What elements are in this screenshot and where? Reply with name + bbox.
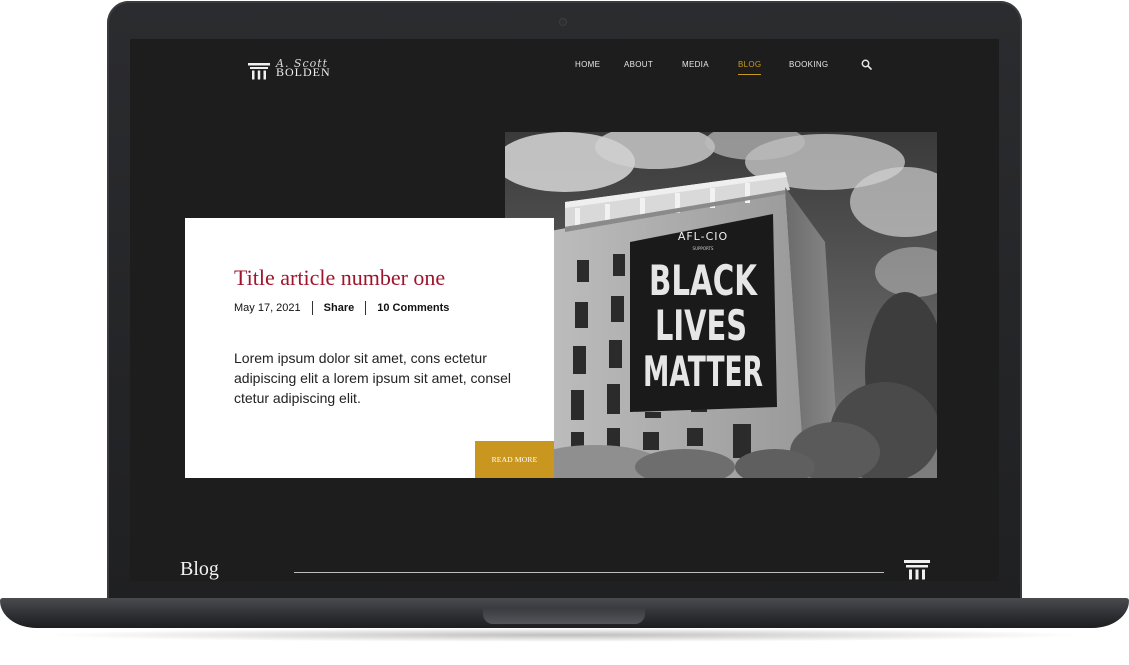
- nav-item-home[interactable]: HOME: [575, 60, 600, 69]
- nav-active-underline: [738, 74, 762, 75]
- featured-article-card: Title article number one May 17, 2021 Sh…: [185, 218, 554, 478]
- featured-article-image[interactable]: AFL-CIO SUPPORTS BLACK LIVES MATTER: [505, 132, 937, 478]
- website-screen: A. Scott BOLDEN HOME ABOUT MEDIA BLOG BO…: [130, 39, 999, 581]
- blog-section-divider: [294, 572, 884, 573]
- search-icon[interactable]: [861, 59, 872, 70]
- banner-line-2: LIVES: [655, 301, 747, 350]
- building-banner-photo: AFL-CIO SUPPORTS BLACK LIVES MATTER: [505, 132, 937, 478]
- meta-divider: [365, 301, 367, 315]
- laptop-camera: [560, 19, 566, 25]
- article-meta: May 17, 2021 Share 10 Comments: [234, 301, 449, 315]
- blog-section-heading: Blog: [180, 558, 219, 580]
- nav-item-about[interactable]: ABOUT: [624, 60, 653, 69]
- share-link[interactable]: Share: [324, 302, 355, 314]
- logo-script-text: A. Scott: [276, 57, 329, 70]
- laptop-base-notch: [483, 608, 645, 624]
- nav-item-media[interactable]: MEDIA: [682, 60, 709, 69]
- nav-item-blog-label: BLOG: [738, 60, 762, 69]
- site-logo[interactable]: A. Scott BOLDEN: [248, 51, 331, 81]
- read-more-button[interactable]: READ MORE: [475, 441, 554, 478]
- logo-wordmark: A. Scott BOLDEN: [276, 57, 331, 81]
- article-title[interactable]: Title article number one: [234, 265, 445, 291]
- banner-supports: SUPPORTS: [693, 246, 714, 251]
- comments-link[interactable]: 10 Comments: [377, 302, 449, 314]
- nav-item-booking[interactable]: BOOKING: [789, 60, 828, 69]
- article-excerpt: Lorem ipsum dolor sit amet, cons ectetur…: [234, 350, 512, 406]
- laptop-shadow: [40, 628, 1090, 642]
- banner-afl-cio: AFL-CIO: [678, 230, 728, 243]
- banner-line-1: BLACK: [649, 256, 758, 305]
- banner-line-3: MATTER: [643, 347, 763, 396]
- column-pillar-icon: [248, 63, 270, 80]
- column-pillar-icon: [904, 560, 930, 580]
- meta-divider: [311, 301, 313, 315]
- nav-item-blog[interactable]: BLOG: [738, 60, 762, 75]
- article-date: May 17, 2021: [234, 302, 301, 314]
